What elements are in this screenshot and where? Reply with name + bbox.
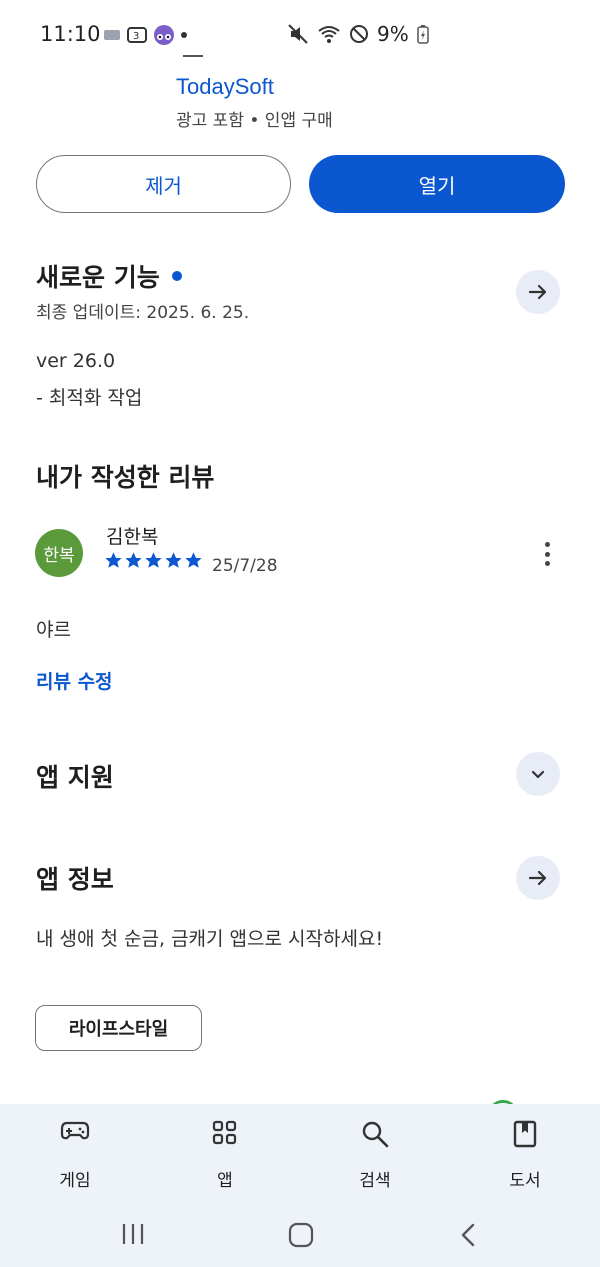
system-navigation-bar bbox=[0, 1202, 600, 1267]
review-text: 야르 bbox=[36, 619, 71, 641]
developer-meta: 광고 포함 • 인앱 구매 bbox=[176, 111, 333, 131]
status-time: 11:10 bbox=[40, 22, 101, 46]
more-notifications-dot bbox=[181, 32, 187, 38]
star-icon bbox=[125, 552, 142, 568]
app-info-title[interactable]: 앱 정보 bbox=[36, 860, 114, 896]
edit-review-link[interactable]: 리뷰 수정 bbox=[36, 667, 113, 694]
svg-text:3: 3 bbox=[133, 31, 139, 42]
status-bar: 11:10 3 9% bbox=[0, 0, 600, 70]
notification-icons: 3 bbox=[103, 24, 187, 46]
search-icon bbox=[362, 1121, 389, 1148]
reviewer-name: 김한복 bbox=[106, 526, 159, 548]
bottom-navigation: 게임 앱 검색 도서 bbox=[0, 1104, 600, 1202]
app-description: 내 생애 첫 순금, 금캐기 앱으로 시작하세요! bbox=[36, 928, 384, 950]
apps-grid-icon bbox=[212, 1120, 237, 1145]
mute-icon bbox=[288, 24, 308, 44]
book-icon bbox=[513, 1120, 537, 1148]
category-chip[interactable]: 라이프스타일 bbox=[35, 1005, 202, 1051]
home-icon[interactable] bbox=[288, 1222, 314, 1248]
card-icon bbox=[104, 30, 120, 40]
avatar: 한복 bbox=[35, 529, 83, 577]
review-date: 25/7/28 bbox=[212, 556, 278, 576]
dot bbox=[544, 551, 550, 557]
nav-apps[interactable]: 앱 bbox=[165, 1104, 285, 1202]
star-icon bbox=[165, 552, 182, 568]
nav-label: 도서 bbox=[509, 1171, 541, 1191]
nav-label: 게임 bbox=[59, 1171, 91, 1191]
nav-label: 앱 bbox=[217, 1171, 233, 1191]
star-icon bbox=[185, 552, 202, 568]
recent-apps-icon[interactable] bbox=[120, 1222, 146, 1246]
system-status-icons: 9% bbox=[287, 22, 429, 46]
whats-new-title: 새로운 기능 bbox=[36, 263, 160, 292]
nav-search[interactable]: 검색 bbox=[315, 1104, 435, 1202]
arrow-right-icon bbox=[528, 284, 547, 300]
my-review-title: 내가 작성한 리뷰 bbox=[36, 463, 215, 492]
remove-button[interactable]: 제거 bbox=[36, 155, 291, 213]
divider bbox=[183, 55, 203, 57]
whats-new-arrow-button[interactable] bbox=[516, 270, 560, 314]
dot bbox=[544, 561, 550, 566]
battery-percent: 9% bbox=[377, 22, 409, 46]
chevron-down-icon bbox=[531, 770, 545, 779]
back-icon[interactable] bbox=[458, 1222, 478, 1248]
whats-new-section[interactable]: 새로운 기능 bbox=[36, 258, 182, 294]
battery-charging-icon bbox=[416, 25, 429, 44]
nav-games[interactable]: 게임 bbox=[15, 1104, 135, 1202]
star-icon bbox=[105, 552, 122, 568]
developer-name[interactable]: TodaySoft bbox=[176, 74, 274, 100]
last-updated: 최종 업데이트: 2025. 6. 25. bbox=[36, 303, 250, 323]
release-note: - 최적화 작업 bbox=[36, 387, 143, 409]
arrow-right-icon bbox=[528, 870, 547, 886]
do-not-disturb-icon bbox=[350, 25, 368, 43]
version-text: ver 26.0 bbox=[36, 350, 116, 372]
nav-label: 검색 bbox=[359, 1171, 391, 1191]
app-support-title[interactable]: 앱 지원 bbox=[36, 758, 114, 794]
app-info-arrow-button[interactable] bbox=[516, 856, 560, 900]
gamepad-icon bbox=[60, 1121, 90, 1140]
character-icon bbox=[154, 25, 174, 45]
star-rating bbox=[104, 551, 203, 570]
new-indicator-dot bbox=[171, 271, 182, 281]
nav-books[interactable]: 도서 bbox=[465, 1104, 585, 1202]
app-notification-icon: 3 bbox=[127, 27, 147, 43]
open-button[interactable]: 열기 bbox=[309, 155, 565, 213]
app-support-expand-button[interactable] bbox=[516, 752, 560, 796]
wifi-icon bbox=[318, 26, 340, 43]
more-options-button[interactable] bbox=[533, 538, 561, 570]
star-icon bbox=[145, 552, 162, 568]
dot bbox=[544, 542, 550, 547]
